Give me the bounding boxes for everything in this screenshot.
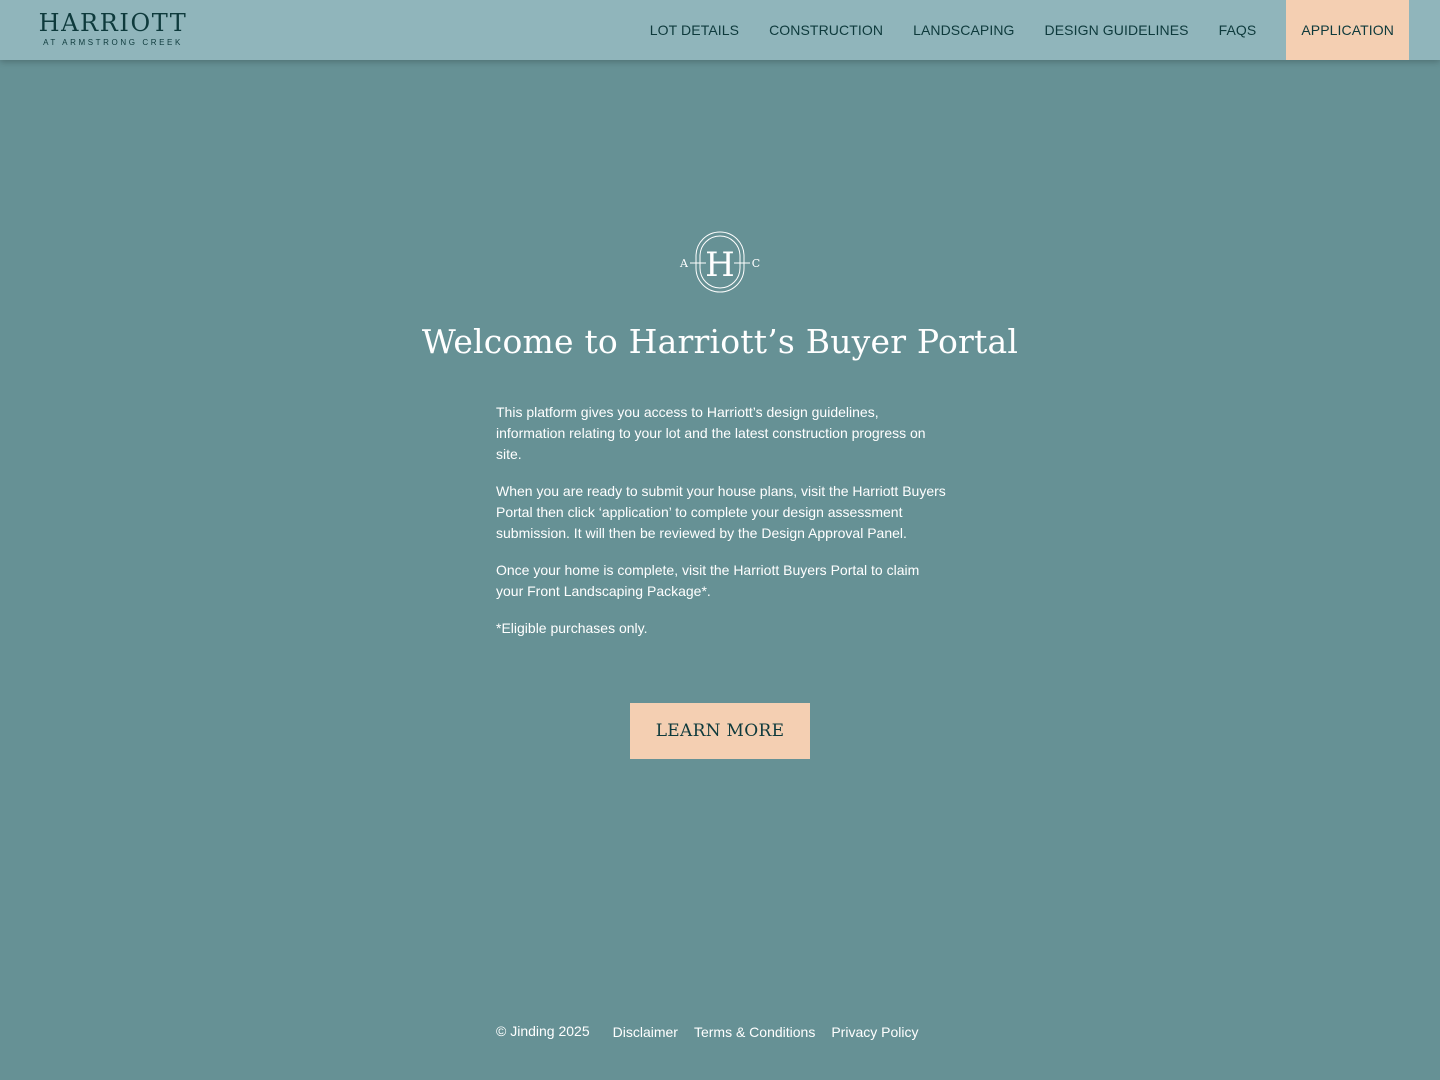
monogram-letter-h: H <box>705 245 735 285</box>
intro-text: This platform gives you access to Harrio… <box>496 402 948 655</box>
intro-paragraph: When you are ready to submit your house … <box>496 483 946 541</box>
footer-link-terms[interactable]: Terms & Conditions <box>694 1024 815 1040</box>
nav-lot-details[interactable]: LOT DETAILS <box>635 0 754 60</box>
harriott-monogram-icon: A H C <box>679 231 760 293</box>
footer-link-disclaimer[interactable]: Disclaimer <box>613 1024 678 1040</box>
nav-application-button[interactable]: APPLICATION <box>1286 0 1409 60</box>
learn-more-button[interactable]: LEARN MORE <box>630 703 810 759</box>
eligibility-note: *Eligible purchases only. <box>496 620 648 636</box>
site-header: HARRIOTT AT ARMSTRONG CREEK LOT DETAILS … <box>0 0 1440 60</box>
logo-subtitle: AT ARMSTRONG CREEK <box>43 38 183 47</box>
monogram-letter-a: A <box>679 257 689 270</box>
intro-paragraph: Once your home is complete, visit the Ha… <box>496 562 920 599</box>
nav-landscaping[interactable]: LANDSCAPING <box>898 0 1029 60</box>
site-footer: © Jinding 2025 Disclaimer Terms & Condit… <box>496 1022 934 1042</box>
logo-title: HARRIOTT <box>38 9 188 37</box>
footer-link-privacy[interactable]: Privacy Policy <box>831 1024 918 1040</box>
page-title: Welcome to Harriott’s Buyer Portal <box>421 322 1019 361</box>
main-nav: LOT DETAILS CONSTRUCTION LANDSCAPING DES… <box>635 0 1409 60</box>
nav-design-guidelines[interactable]: DESIGN GUIDELINES <box>1030 0 1204 60</box>
monogram-letter-c: C <box>752 257 760 270</box>
copyright-text: © Jinding 2025 <box>496 1023 590 1039</box>
intro-paragraph: This platform gives you access to Harrio… <box>496 404 926 462</box>
nav-faqs[interactable]: FAQS <box>1204 0 1272 60</box>
harriott-logo[interactable]: HARRIOTT AT ARMSTRONG CREEK <box>32 10 194 50</box>
nav-construction[interactable]: CONSTRUCTION <box>754 0 898 60</box>
